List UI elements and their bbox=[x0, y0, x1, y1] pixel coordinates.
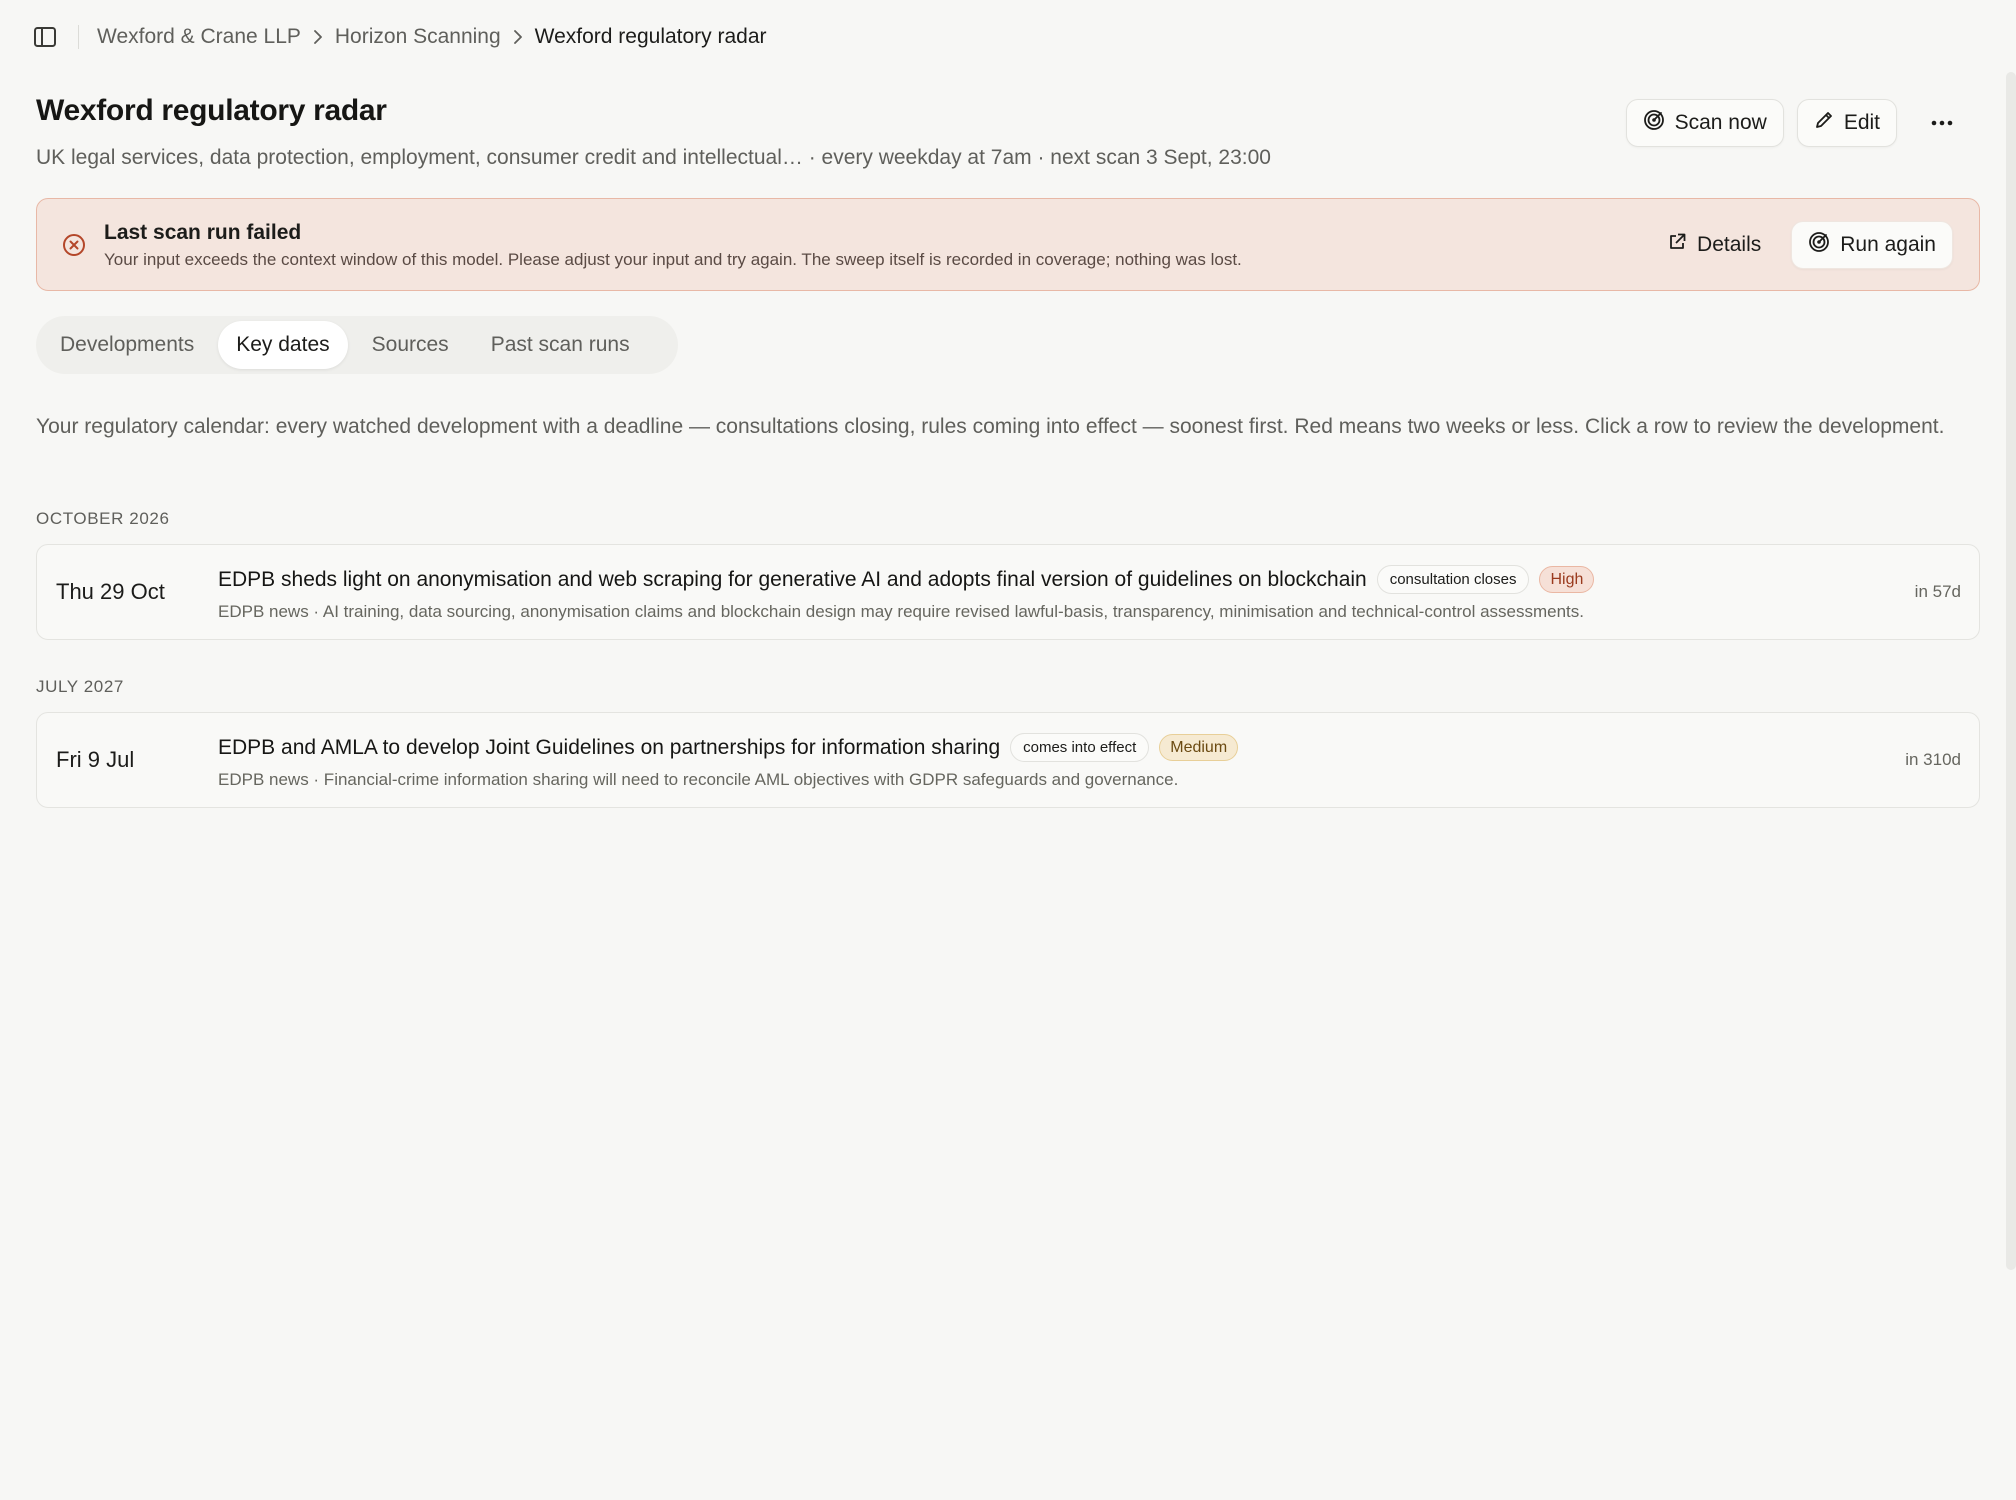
x-circle-icon bbox=[62, 233, 86, 262]
row-date: Thu 29 Oct bbox=[56, 579, 165, 604]
row-title: EDPB sheds light on anonymisation and we… bbox=[218, 567, 1367, 591]
banner-description: Your input exceeds the context window of… bbox=[104, 250, 1242, 269]
row-date: Fri 9 Jul bbox=[56, 747, 135, 772]
more-options-icon[interactable] bbox=[1920, 101, 1964, 145]
radar-icon bbox=[1808, 231, 1830, 259]
key-date-row[interactable]: Thu 29 Oct EDPB sheds light on anonymisa… bbox=[36, 544, 1980, 640]
breadcrumb: Wexford & Crane LLP Horizon Scanning Wex… bbox=[32, 20, 767, 54]
banner-actions: Details Run again bbox=[1657, 221, 1953, 269]
tab-past-scan-runs[interactable]: Past scan runs bbox=[473, 321, 648, 369]
breadcrumb-item-firm[interactable]: Wexford & Crane LLP bbox=[97, 25, 301, 49]
divider bbox=[78, 25, 79, 49]
banner-title: Last scan run failed bbox=[104, 221, 302, 244]
header-actions: Scan now Edit bbox=[1625, 99, 1964, 147]
breadcrumb-item-current: Wexford regulatory radar bbox=[534, 25, 767, 48]
page-subtitle: UK legal services, data protection, empl… bbox=[36, 146, 1271, 169]
page: Wexford & Crane LLP Horizon Scanning Wex… bbox=[0, 0, 2016, 1500]
priority-badge: High bbox=[1539, 566, 1595, 593]
row-title: EDPB and AMLA to develop Joint Guideline… bbox=[218, 735, 1001, 759]
key-date-row[interactable]: Fri 9 Jul EDPB and AMLA to develop Joint… bbox=[36, 712, 1980, 808]
row-title-line: EDPB sheds light on anonymisation and we… bbox=[218, 565, 1595, 594]
external-link-icon bbox=[1667, 232, 1687, 258]
row-title-line: EDPB and AMLA to develop Joint Guideline… bbox=[218, 733, 1239, 762]
tab-bar: Developments Key dates Sources Past scan… bbox=[36, 316, 678, 374]
run-again-button[interactable]: Run again bbox=[1791, 221, 1953, 269]
row-due-in: in 57d bbox=[1914, 582, 1961, 601]
run-again-label: Run again bbox=[1840, 233, 1936, 256]
scan-failed-banner: Last scan run failed Your input exceeds … bbox=[36, 198, 1980, 291]
month-group-label: JULY 2027 bbox=[36, 677, 124, 696]
details-label: Details bbox=[1697, 233, 1762, 256]
chevron-right-icon bbox=[501, 30, 535, 44]
calendar-intro: Your regulatory calendar: every watched … bbox=[36, 415, 1945, 438]
scrollbar[interactable] bbox=[2006, 72, 2016, 1270]
priority-badge: Medium bbox=[1159, 734, 1239, 761]
row-description: EDPB news · AI training, data sourcing, … bbox=[218, 602, 1584, 621]
tab-sources[interactable]: Sources bbox=[354, 321, 467, 369]
scan-now-label: Scan now bbox=[1674, 111, 1767, 134]
deadline-type-chip: consultation closes bbox=[1376, 565, 1530, 594]
scan-now-button[interactable]: Scan now bbox=[1625, 99, 1784, 147]
details-button[interactable]: Details bbox=[1657, 221, 1771, 269]
tab-developments[interactable]: Developments bbox=[42, 321, 212, 369]
chevron-right-icon bbox=[301, 30, 335, 44]
radar-icon bbox=[1643, 109, 1665, 137]
edit-button[interactable]: Edit bbox=[1796, 99, 1897, 147]
tab-key-dates[interactable]: Key dates bbox=[218, 321, 348, 369]
pencil-icon bbox=[1814, 110, 1834, 136]
breadcrumb-item-horizon-scanning[interactable]: Horizon Scanning bbox=[335, 25, 501, 49]
row-description: EDPB news · Financial-crime information … bbox=[218, 770, 1179, 789]
row-due-in: in 310d bbox=[1905, 750, 1961, 769]
month-group-label: OCTOBER 2026 bbox=[36, 509, 170, 528]
sidebar-toggle-icon[interactable] bbox=[32, 24, 58, 50]
deadline-type-chip: comes into effect bbox=[1010, 733, 1150, 762]
page-title: Wexford regulatory radar bbox=[36, 94, 387, 127]
edit-label: Edit bbox=[1843, 111, 1880, 134]
